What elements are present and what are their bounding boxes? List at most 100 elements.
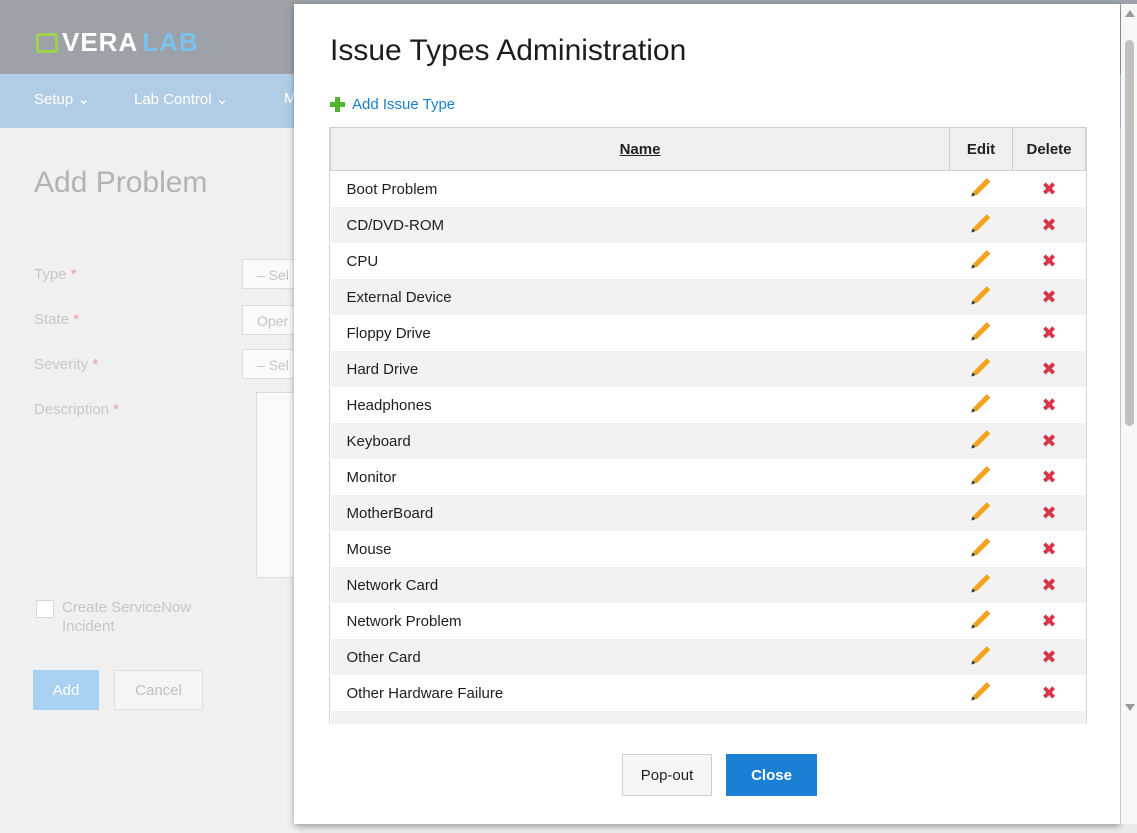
delete-button[interactable]: ✖ xyxy=(1012,387,1086,423)
delete-x-icon: ✖ xyxy=(1041,250,1057,272)
description-textarea[interactable] xyxy=(256,392,298,578)
delete-button[interactable]: ✖ xyxy=(1012,531,1086,567)
delete-button[interactable]: ✖ xyxy=(1012,459,1086,495)
edit-button[interactable] xyxy=(949,495,1013,531)
form-panel xyxy=(0,128,300,833)
edit-button[interactable] xyxy=(949,675,1013,711)
delete-x-icon: ✖ xyxy=(1041,358,1057,380)
issue-types-table: Name Edit Delete Boot Problem ✖ CD/DVD-ROM… xyxy=(330,127,1086,724)
table-row: Floppy Drive ✖ xyxy=(330,315,1086,351)
pencil-icon xyxy=(972,502,990,520)
plus-icon xyxy=(330,97,345,112)
delete-button[interactable]: ✖ xyxy=(1012,675,1086,711)
issue-types-table-container[interactable]: Name Edit Delete Boot Problem ✖ CD/DVD-ROM… xyxy=(329,127,1087,724)
pencil-icon xyxy=(972,178,990,196)
issue-type-name: Headphones xyxy=(330,387,950,423)
edit-button[interactable] xyxy=(949,567,1013,603)
page-title: Add Problem xyxy=(34,166,208,199)
pencil-icon xyxy=(972,250,990,268)
delete-button[interactable]: ✖ xyxy=(1012,170,1086,207)
issue-type-name: Network Card xyxy=(330,567,950,603)
delete-button[interactable]: ✖ xyxy=(1012,603,1086,639)
type-select[interactable]: – Sel xyxy=(242,259,302,289)
delete-x-icon: ✖ xyxy=(1041,286,1057,308)
column-header-edit: Edit xyxy=(949,127,1013,171)
table-row: Other Hardware Failure ✖ xyxy=(330,675,1086,711)
edit-button[interactable] xyxy=(949,279,1013,315)
nav-setup[interactable]: Setup ⌄ xyxy=(34,90,90,108)
severity-select[interactable]: – Sel xyxy=(242,349,302,379)
table-row: CPU ✖ xyxy=(330,243,1086,279)
delete-x-icon: ✖ xyxy=(1041,214,1057,236)
edit-button[interactable] xyxy=(949,315,1013,351)
delete-x-icon: ✖ xyxy=(1041,682,1057,704)
table-row: Headphones ✖ xyxy=(330,387,1086,423)
delete-button[interactable]: ✖ xyxy=(1012,279,1086,315)
delete-x-icon: ✖ xyxy=(1041,322,1057,344)
edit-button[interactable] xyxy=(949,207,1013,243)
pencil-icon xyxy=(972,322,990,340)
nav-lab-control[interactable]: Lab Control ⌄ xyxy=(134,90,228,108)
delete-button[interactable]: ✖ xyxy=(1012,207,1086,243)
issue-type-name: MotherBoard xyxy=(330,495,950,531)
add-issue-type-link[interactable]: Add Issue Type xyxy=(330,96,455,113)
edit-button[interactable] xyxy=(949,170,1013,207)
servicenow-checkbox-label: Create ServiceNow Incident xyxy=(62,599,192,635)
delete-button[interactable]: ✖ xyxy=(1012,243,1086,279)
description-label: Description * xyxy=(34,401,120,418)
issue-type-name: Monitor xyxy=(330,459,950,495)
state-label: State * xyxy=(34,311,80,328)
edit-button[interactable] xyxy=(949,639,1013,675)
add-button[interactable]: Add xyxy=(33,670,99,710)
state-select[interactable]: Oper xyxy=(242,305,302,335)
issue-type-name: Keyboard xyxy=(330,423,950,459)
delete-button[interactable]: ✖ xyxy=(1012,315,1086,351)
close-button[interactable]: Close xyxy=(726,754,817,796)
column-header-name[interactable]: Name xyxy=(330,127,950,171)
servicenow-checkbox[interactable] xyxy=(36,600,54,618)
issue-types-modal: Issue Types Administration Add Issue Typ… xyxy=(294,4,1120,824)
delete-button[interactable]: ✖ xyxy=(1012,351,1086,387)
table-row: Network Card ✖ xyxy=(330,567,1086,603)
delete-x-icon: ✖ xyxy=(1041,466,1057,488)
cancel-button[interactable]: Cancel xyxy=(114,670,203,710)
pencil-icon xyxy=(972,286,990,304)
delete-x-icon: ✖ xyxy=(1041,394,1057,416)
scroll-up-arrow-icon[interactable] xyxy=(1125,10,1135,17)
page-scrollbar[interactable] xyxy=(1121,4,1137,824)
edit-button[interactable] xyxy=(949,603,1013,639)
edit-button[interactable] xyxy=(949,459,1013,495)
table-row: MotherBoard ✖ xyxy=(330,495,1086,531)
pencil-icon xyxy=(972,430,990,448)
delete-button[interactable]: ✖ xyxy=(1012,495,1086,531)
table-row: Boot Problem ✖ xyxy=(330,170,1086,207)
delete-x-icon: ✖ xyxy=(1041,610,1057,632)
edit-button[interactable] xyxy=(949,423,1013,459)
issue-type-name: Floppy Drive xyxy=(330,315,950,351)
issue-type-name: Boot Problem xyxy=(330,170,950,207)
delete-button[interactable]: ✖ xyxy=(1012,639,1086,675)
popout-button[interactable]: Pop-out xyxy=(622,754,712,796)
scrollbar-thumb[interactable] xyxy=(1125,40,1134,426)
edit-button[interactable] xyxy=(949,387,1013,423)
delete-button[interactable]: ✖ xyxy=(1012,423,1086,459)
veralab-logo: VERA LAB xyxy=(36,27,199,58)
column-header-delete: Delete xyxy=(1012,127,1086,171)
issue-type-name: Other Card xyxy=(330,639,950,675)
pencil-icon xyxy=(972,394,990,412)
table-row: Other Card ✖ xyxy=(330,639,1086,675)
severity-label: Severity * xyxy=(34,356,99,373)
edit-button[interactable] xyxy=(949,351,1013,387)
delete-button[interactable]: ✖ xyxy=(1012,567,1086,603)
issue-type-name: CD/DVD-ROM xyxy=(330,207,950,243)
scroll-down-arrow-icon[interactable] xyxy=(1125,704,1135,711)
delete-x-icon: ✖ xyxy=(1041,178,1057,200)
edit-button[interactable] xyxy=(949,243,1013,279)
table-row: External Device ✖ xyxy=(330,279,1086,315)
table-row: Keyboard ✖ xyxy=(330,423,1086,459)
edit-button[interactable] xyxy=(949,531,1013,567)
table-row: Hard Drive ✖ xyxy=(330,351,1086,387)
issue-type-name: CPU xyxy=(330,243,950,279)
pencil-icon xyxy=(972,610,990,628)
pencil-icon xyxy=(972,358,990,376)
